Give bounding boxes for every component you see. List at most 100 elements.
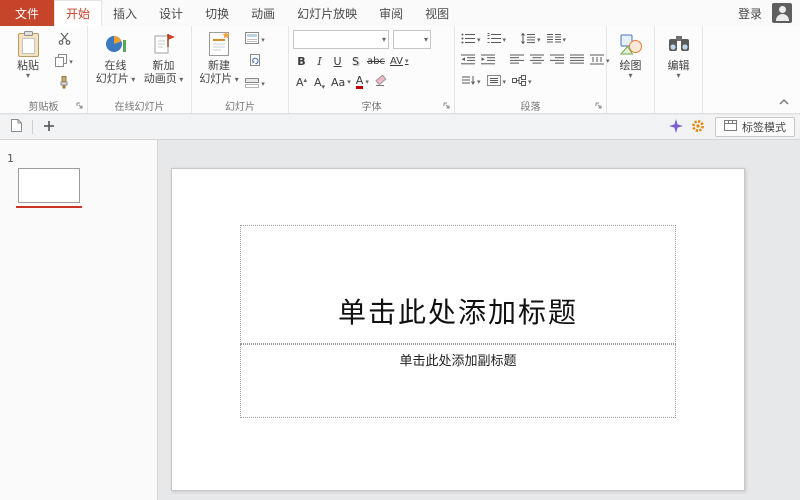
convert-to-smartart-button[interactable] [510,73,534,91]
drawing-button[interactable]: 绘图 [608,27,653,113]
paste-button[interactable]: 粘贴 [5,27,51,98]
paragraph-group: 段落 [455,26,607,113]
decrease-indent-button[interactable] [459,52,477,70]
slides-group-label: 幻灯片 [225,98,255,113]
file-tab[interactable]: 文件 [0,0,54,26]
font-size-select[interactable] [393,30,431,49]
change-case-button[interactable]: Aa [329,73,353,91]
paragraph-group-label: 段落 [521,98,541,113]
justify-icon [570,54,584,68]
format-painter-brush-icon [58,76,70,92]
slide-number: 1 [7,152,157,165]
tab-review[interactable]: 审阅 [368,0,414,26]
new-animation-flag-icon [152,30,176,58]
clear-formatting-button[interactable] [372,73,389,91]
tab-home[interactable]: 开始 [54,0,102,26]
avatar-person-icon [779,6,786,13]
numbering-button[interactable] [485,31,509,49]
login-button[interactable]: 登录 [730,0,770,26]
text-shadow-button[interactable]: S [347,52,364,70]
editor-canvas: 单击此处添加标题 单击此处添加副标题 [158,140,800,500]
italic-button[interactable]: I [311,52,328,70]
editing-dropdown-caret [676,72,680,79]
slide-layout-icon [245,32,259,47]
distribute-icon [590,54,604,68]
text-direction-button[interactable] [459,73,483,91]
align-left-icon [510,54,524,68]
page-icon [11,119,22,135]
columns-icon [547,33,561,47]
selected-slide-indicator [16,206,82,208]
format-painter-button[interactable] [52,73,76,94]
tab-design[interactable]: 设计 [148,0,194,26]
subtitle-placeholder[interactable]: 单击此处添加副标题 [240,344,676,418]
slide-editing-area[interactable]: 单击此处添加标题 单击此处添加副标题 [171,168,745,491]
title-placeholder[interactable]: 单击此处添加标题 [240,225,676,344]
line-spacing-icon [521,33,535,47]
bold-button[interactable]: B [293,52,310,70]
add-slide-quick-button[interactable] [38,117,60,137]
presentation-app-window: 文件 开始 插入 设计 切换 动画 幻灯片放映 审阅 视图 登录 粘贴 [0,0,800,500]
new-slide-button[interactable]: 新建 幻灯片 [196,27,242,98]
increase-indent-button[interactable] [479,52,497,70]
settings-gear-button[interactable] [687,117,709,137]
slide-thumbnail-entry[interactable]: 1 [0,152,157,208]
drawing-group: 绘图 [607,26,655,113]
online-slides-group: 在线 幻灯片 新加 动画页 在线幻灯片 [88,26,192,113]
tab-slideshow[interactable]: 幻灯片放映 [286,0,368,26]
collapse-ribbon-button[interactable] [775,94,793,108]
tab-transitions[interactable]: 切换 [194,0,240,26]
shrink-arrow-icon [322,76,326,89]
editing-button[interactable]: 编辑 [656,27,701,113]
tab-insert[interactable]: 插入 [102,0,148,26]
clipboard-group: 粘贴 剪贴板 [0,26,88,113]
bullets-button[interactable] [459,31,483,49]
slide-1-thumbnail[interactable] [18,168,80,203]
columns-button[interactable] [545,31,569,49]
new-animation-page-button[interactable]: 新加 动画页 [141,27,187,98]
line-spacing-button[interactable] [519,31,543,49]
font-name-select[interactable] [293,30,389,49]
grow-font-button[interactable]: A [293,73,310,91]
align-right-icon [550,54,564,68]
justify-button[interactable] [568,52,586,70]
cut-button[interactable] [52,29,76,50]
clipboard-group-label: 剪贴板 [29,98,59,113]
clipboard-dialog-launcher[interactable] [74,100,84,110]
align-left-button[interactable] [508,52,526,70]
align-right-button[interactable] [548,52,566,70]
chevron-up-icon [779,94,789,108]
shrink-font-button[interactable]: A [311,73,328,91]
new-slide-label-line2: 幻灯片 [199,72,239,85]
drawing-shapes-icon [619,30,643,58]
character-spacing-button[interactable]: AV [388,52,411,70]
plugin-wand-button[interactable] [665,117,687,137]
underline-button[interactable]: U [329,52,346,70]
reset-slide-button[interactable] [243,51,267,72]
tab-view[interactable]: 视图 [414,0,460,26]
menubar-spacer [460,0,730,26]
gear-icon [691,119,705,136]
copy-button[interactable] [52,51,76,72]
copy-icon [55,54,67,70]
online-slides-button[interactable]: 在线 幻灯片 [93,27,139,98]
paragraph-dialog-launcher[interactable] [593,100,603,110]
font-color-letter: A [356,75,364,89]
font-dialog-launcher[interactable] [441,100,451,110]
section-button[interactable] [243,73,267,94]
editing-group: 编辑 [655,26,703,113]
user-avatar[interactable] [772,3,792,23]
drawing-dropdown-caret [628,72,632,79]
tab-mode-button[interactable]: 标签模式 [715,117,795,137]
font-color-button[interactable]: A [354,73,371,91]
strikethrough-button[interactable]: abc [365,52,387,70]
new-slide-label-line1: 新建 [208,59,230,72]
tab-animations[interactable]: 动画 [240,0,286,26]
new-animation-label-line1: 新加 [153,59,175,72]
align-center-button[interactable] [528,52,546,70]
slide-layout-button[interactable] [243,29,267,50]
paste-clipboard-icon [17,30,40,58]
align-text-button[interactable] [485,73,509,91]
document-page-button[interactable] [5,117,27,137]
new-slide-label: 新建 幻灯片 [199,59,239,86]
